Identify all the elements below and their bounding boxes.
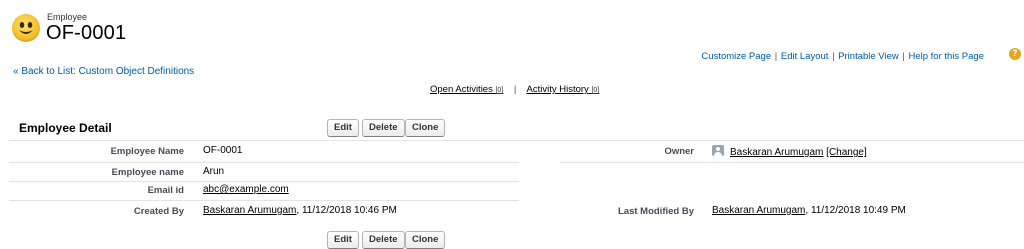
owner-link[interactable]: Baskaran Arumugam [730, 147, 823, 158]
row-divider [560, 162, 1024, 163]
related-list-links: Open Activities [0] | Activity History [… [430, 84, 599, 95]
printable-view-link[interactable]: Printable View [838, 51, 899, 62]
activity-history-link[interactable]: Activity History [0] [527, 84, 600, 95]
activity-history-count: [0] [591, 87, 600, 94]
edit-button-bottom[interactable]: Edit [327, 231, 359, 249]
open-activities-link[interactable]: Open Activities [0] [430, 84, 503, 95]
clone-button[interactable]: Clone [405, 119, 446, 137]
email-value: abc@example.com [203, 184, 289, 195]
link-separator: | [832, 51, 835, 62]
page-links: Customize Page | Edit Layout | Printable… [701, 51, 984, 62]
email-label: Email id [147, 185, 184, 196]
edit-button[interactable]: Edit [327, 119, 359, 137]
open-activities-label: Open Activities [430, 84, 493, 95]
clone-button-bottom[interactable]: Clone [405, 231, 446, 249]
edit-layout-link[interactable]: Edit Layout [781, 51, 829, 62]
last-modified-user-link[interactable]: Baskaran Arumugam [712, 205, 805, 216]
owner-label: Owner [664, 146, 694, 157]
emp-name-value: Arun [203, 166, 225, 177]
section-divider [9, 140, 1024, 141]
section-title: Employee Detail [19, 121, 112, 135]
link-separator: | [902, 51, 905, 62]
row-divider [9, 200, 519, 201]
created-by-label: Created By [133, 206, 184, 217]
emp-name-label: Employee name [111, 167, 184, 178]
created-by-user-link[interactable]: Baskaran Arumugam [203, 205, 296, 216]
smiley-face-icon [12, 14, 40, 42]
change-owner-link[interactable]: [Change] [826, 147, 867, 158]
employee-name-value: OF-0001 [203, 145, 243, 156]
created-date: , 11/12/2018 10:46 PM [296, 205, 397, 216]
object-type-label: Employee [47, 12, 88, 22]
row-divider [9, 181, 519, 182]
row-divider [9, 162, 519, 163]
help-for-page-link[interactable]: Help for this Page [908, 51, 984, 62]
employee-name-label: Employee Name [110, 146, 184, 157]
page-title: OF-0001 [46, 22, 127, 44]
delete-button-bottom[interactable]: Delete [362, 231, 405, 249]
last-modified-date: , 11/12/2018 10:49 PM [805, 205, 906, 216]
link-separator: | [774, 51, 778, 62]
created-by-value: Baskaran Arumugam, 11/12/2018 10:46 PM [203, 205, 397, 216]
last-modified-value: Baskaran Arumugam, 11/12/2018 10:49 PM [712, 205, 906, 216]
help-icon[interactable]: ? [1009, 48, 1021, 60]
back-to-list-link[interactable]: « Back to List: Custom Object Definition… [13, 66, 194, 77]
link-separator: | [513, 84, 517, 95]
last-modified-label: Last Modified By [617, 206, 694, 217]
owner-value: Baskaran Arumugam [Change] [712, 145, 867, 158]
delete-button[interactable]: Delete [362, 119, 405, 137]
open-activities-count: [0] [495, 87, 504, 94]
customize-page-link[interactable]: Customize Page [701, 51, 771, 62]
email-link[interactable]: abc@example.com [203, 184, 289, 195]
activity-history-label: Activity History [526, 84, 589, 95]
user-icon [712, 145, 724, 156]
